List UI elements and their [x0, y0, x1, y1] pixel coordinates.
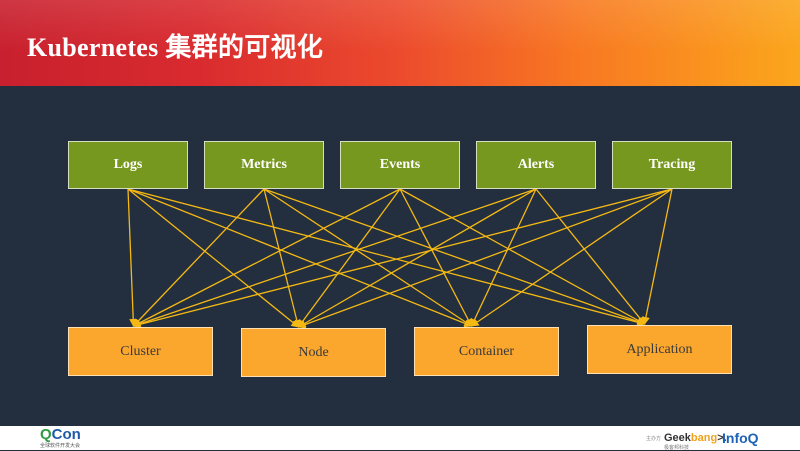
source-label: Tracing — [648, 157, 696, 172]
qcon-tagline: 全球软件开发大会 — [40, 443, 81, 449]
connector-tracing-to-application — [641, 188, 673, 325]
target-label: Application — [626, 341, 693, 357]
source-label: Logs — [113, 157, 143, 172]
connector-logs-to-container — [127, 188, 473, 328]
target-label: Container — [458, 343, 515, 359]
source-label: Events — [379, 157, 421, 172]
connector-tracing-to-node — [297, 188, 673, 329]
target-node-node: Node — [241, 328, 386, 377]
connector-events-to-cluster — [132, 188, 401, 327]
qcon-logo: QCon 全球软件开发大会 — [40, 427, 81, 449]
connector-metrics-to-node — [263, 188, 301, 328]
target-label: Cluster — [120, 343, 161, 359]
geekbang-wordmark: Geekbang>. — [664, 432, 727, 444]
connector-logs-to-cluster — [127, 188, 138, 327]
source-label: Metrics — [241, 157, 287, 172]
connector-events-to-container — [399, 188, 473, 327]
connector-alerts-to-container — [470, 188, 537, 327]
organizer-tag: 主办方 — [646, 436, 662, 442]
footer-bar: QCon 全球软件开发大会 主办方 Geekbang>. 极客邦科技 InfoQ — [0, 426, 800, 451]
target-node-container: Container — [414, 327, 559, 376]
source-node-tracing: Tracing — [612, 141, 732, 189]
source-node-events: Events — [340, 141, 460, 189]
geekbang-logo: Geekbang>. 极客邦科技 — [664, 429, 727, 451]
connector-events-to-node — [297, 188, 401, 328]
source-node-alerts: Alerts — [476, 141, 596, 189]
target-node-application: Application — [587, 325, 732, 374]
source-label: Alerts — [517, 157, 555, 172]
target-label: Node — [298, 344, 329, 360]
target-node-cluster: Cluster — [68, 327, 213, 376]
visualization-diagram: Logs Metrics Events Alerts Tracing Clust… — [0, 0, 800, 426]
qcon-wordmark: QCon — [40, 426, 81, 443]
connector-logs-to-application — [127, 188, 646, 327]
infoq-logo: InfoQ — [722, 430, 759, 446]
connector-metrics-to-container — [263, 188, 473, 327]
source-node-metrics: Metrics — [204, 141, 324, 189]
geekbang-tagline: 极客邦科技 — [664, 445, 690, 451]
source-node-logs: Logs — [68, 141, 188, 189]
connector-metrics-to-application — [263, 188, 646, 326]
